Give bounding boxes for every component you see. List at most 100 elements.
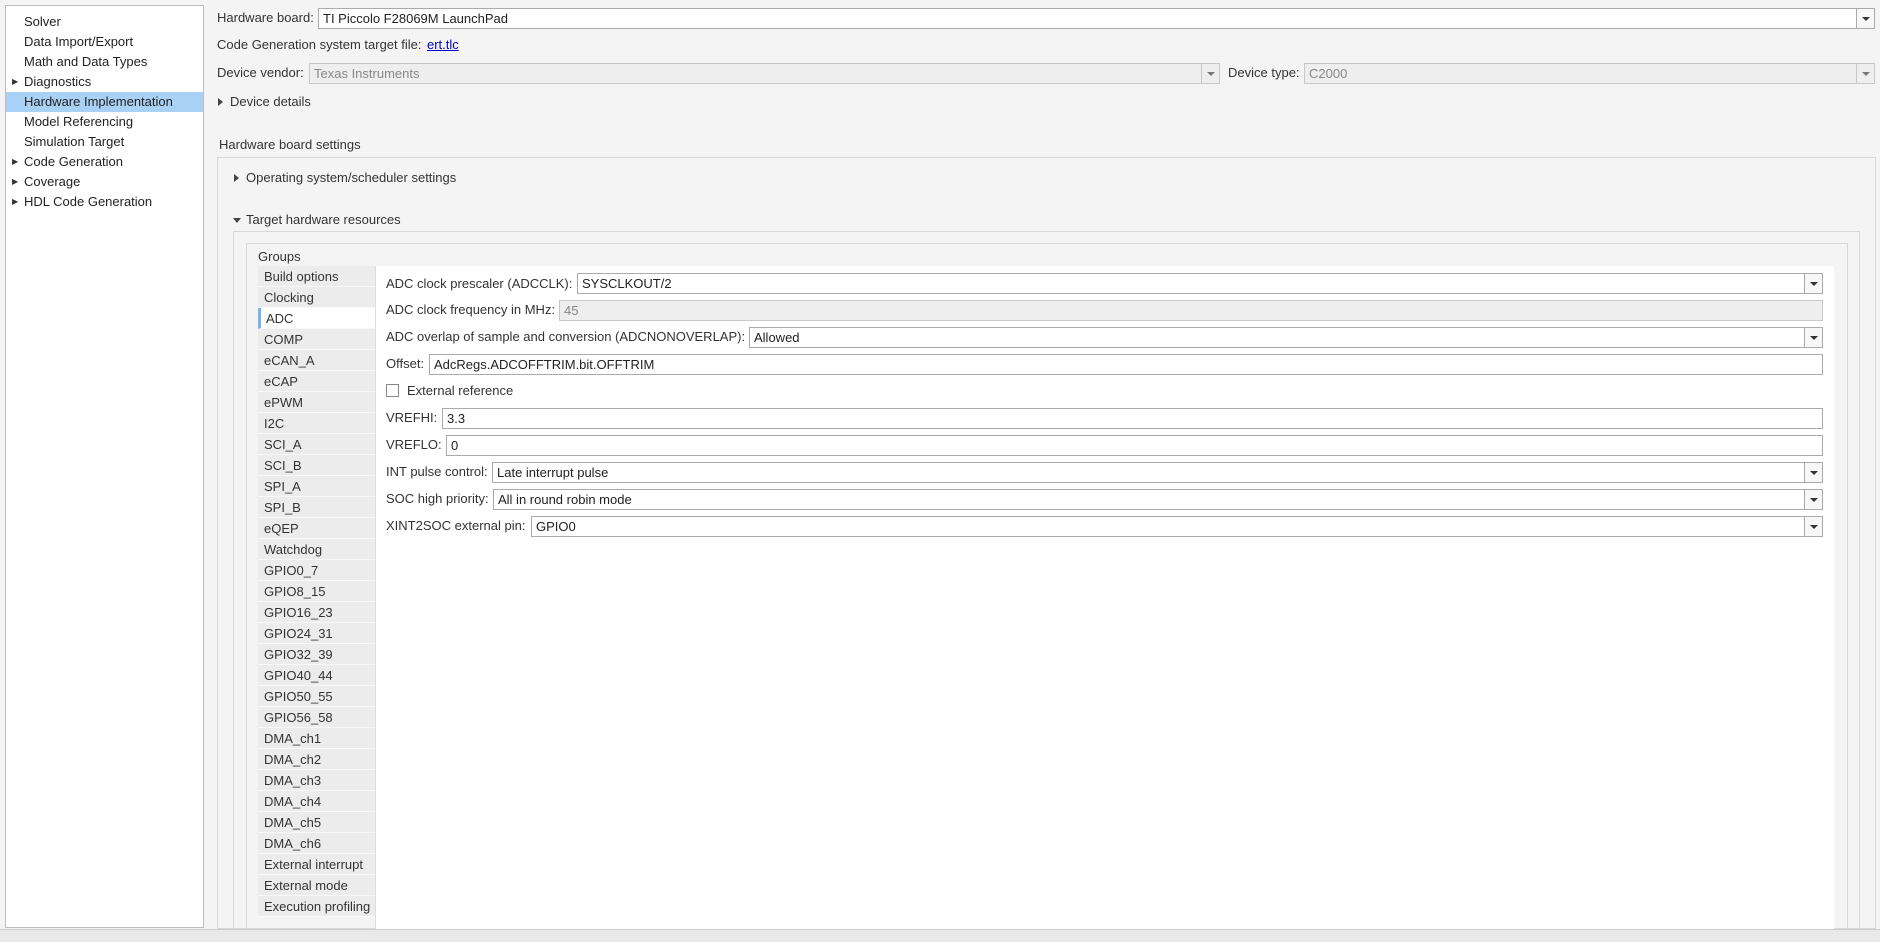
chevron-down-icon[interactable]	[1804, 328, 1822, 347]
group-item[interactable]: SCI_B	[258, 455, 375, 476]
external-reference-checkbox[interactable]	[386, 384, 399, 397]
tree-item[interactable]: Simulation Target	[6, 132, 203, 152]
device-details-toggle[interactable]: Device details	[230, 94, 311, 110]
group-item[interactable]: SPI_B	[258, 497, 375, 518]
hardware-board-value: TI Piccolo F28069M LaunchPad	[323, 11, 508, 26]
group-item[interactable]: DMA_ch2	[258, 749, 375, 770]
group-item[interactable]: GPIO56_58	[258, 707, 375, 728]
offset-input[interactable]: AdcRegs.ADCOFFTRIM.bit.OFFTRIM	[429, 354, 1823, 375]
collapse-arrow-icon[interactable]	[233, 218, 241, 223]
adc-overlap-label: ADC overlap of sample and conversion (AD…	[386, 329, 746, 344]
group-item[interactable]: GPIO24_31	[258, 623, 375, 644]
group-item[interactable]: GPIO50_55	[258, 686, 375, 707]
group-item[interactable]: DMA_ch3	[258, 770, 375, 791]
soc-priority-label: SOC high priority:	[386, 491, 489, 506]
expand-arrow-icon[interactable]	[234, 174, 239, 182]
chevron-down-icon[interactable]	[1804, 490, 1822, 509]
offset-value: AdcRegs.ADCOFFTRIM.bit.OFFTRIM	[434, 357, 655, 372]
group-item[interactable]: I2C	[258, 413, 375, 434]
group-item[interactable]: Build options	[258, 266, 375, 287]
vrefhi-label: VREFHI:	[386, 410, 438, 425]
tree-item-label: Solver	[24, 14, 61, 29]
tree-item-label: Data Import/Export	[24, 34, 134, 49]
tree-item[interactable]: Model Referencing	[6, 112, 203, 132]
target-resources-toggle[interactable]: Target hardware resources	[246, 212, 401, 228]
tree-item[interactable]: Hardware Implementation	[6, 92, 203, 112]
group-item[interactable]: GPIO40_44	[258, 665, 375, 686]
group-item[interactable]: COMP	[258, 329, 375, 350]
hardware-board-dropdown[interactable]: TI Piccolo F28069M LaunchPad	[318, 8, 1875, 29]
vreflo-input[interactable]: 0	[446, 435, 1823, 456]
group-item[interactable]: Clocking	[258, 287, 375, 308]
expand-arrow-icon[interactable]: ▶	[12, 172, 20, 192]
tree-item[interactable]: Data Import/Export	[6, 32, 203, 52]
groups-title: Groups	[258, 249, 301, 264]
soc-priority-dropdown[interactable]: All in round robin mode	[493, 489, 1823, 510]
chevron-down-icon[interactable]	[1804, 463, 1822, 482]
tree-item-label: Math and Data Types	[24, 54, 148, 69]
tree-item-label: Code Generation	[24, 154, 124, 169]
expand-arrow-icon[interactable]	[218, 98, 223, 106]
device-type-label: Device type:	[1228, 65, 1300, 80]
tree-item-label: Hardware Implementation	[24, 94, 173, 109]
chevron-down-icon[interactable]	[1201, 64, 1219, 83]
adc-prescaler-dropdown[interactable]: SYSCLKOUT/2	[577, 273, 1823, 294]
tree-item[interactable]: ▶ Diagnostics	[6, 72, 203, 92]
group-item[interactable]: SPI_A	[258, 476, 375, 497]
device-vendor-dropdown[interactable]: Texas Instruments	[309, 63, 1220, 84]
xint2soc-value: GPIO0	[536, 519, 576, 534]
group-item[interactable]: DMA_ch4	[258, 791, 375, 812]
chevron-down-icon[interactable]	[1804, 517, 1822, 536]
adc-prescaler-value: SYSCLKOUT/2	[582, 276, 672, 291]
xint2soc-label: XINT2SOC external pin:	[386, 518, 526, 533]
device-type-dropdown[interactable]: C2000	[1304, 63, 1875, 84]
tree-item-label: Coverage	[24, 174, 81, 189]
tree-item[interactable]: ▶ Coverage	[6, 172, 203, 192]
group-item[interactable]: SCI_A	[258, 434, 375, 455]
adc-freq-field[interactable]: 45	[559, 300, 1823, 321]
group-item[interactable]: DMA_ch5	[258, 812, 375, 833]
group-item[interactable]: eCAN_A	[258, 350, 375, 371]
group-item[interactable]: GPIO8_15	[258, 581, 375, 602]
chevron-down-icon[interactable]	[1856, 9, 1874, 28]
tree-items: Solver Data Import/Export Math and Data Ty…	[6, 12, 203, 212]
group-item[interactable]: External mode	[258, 875, 375, 896]
tree-item[interactable]: ▶ Code Generation	[6, 152, 203, 172]
group-item[interactable]: eCAP	[258, 371, 375, 392]
group-item[interactable]: DMA_ch6	[258, 833, 375, 854]
tree-item-label: Model Referencing	[24, 114, 134, 129]
expand-arrow-icon[interactable]: ▶	[12, 192, 20, 212]
group-item[interactable]: ePWM	[258, 392, 375, 413]
group-item[interactable]: Watchdog	[258, 539, 375, 560]
group-item[interactable]: External interrupt	[258, 854, 375, 875]
group-item[interactable]: eQEP	[258, 518, 375, 539]
settings-tree: Solver Data Import/Export Math and Data Ty…	[5, 5, 204, 928]
vreflo-value: 0	[451, 438, 459, 453]
adc-overlap-value: Allowed	[754, 330, 800, 345]
vrefhi-input[interactable]: 3.3	[442, 408, 1823, 429]
target-file-link[interactable]: ert.tlc	[427, 37, 459, 53]
tree-item[interactable]: Solver	[6, 12, 203, 32]
chevron-down-icon[interactable]	[1856, 64, 1874, 83]
group-item[interactable]: GPIO32_39	[258, 644, 375, 665]
xint2soc-dropdown[interactable]: GPIO0	[531, 516, 1823, 537]
chevron-down-icon[interactable]	[1804, 274, 1822, 293]
vrefhi-value: 3.3	[447, 411, 466, 426]
tree-item[interactable]: Math and Data Types	[6, 52, 203, 72]
os-scheduler-toggle[interactable]: Operating system/scheduler settings	[246, 170, 456, 186]
group-item[interactable]: DMA_ch1	[258, 728, 375, 749]
group-item[interactable]: GPIO0_7	[258, 560, 375, 581]
external-reference-label: External reference	[407, 383, 514, 398]
adc-freq-label: ADC clock frequency in MHz:	[386, 302, 556, 317]
int-pulse-dropdown[interactable]: Late interrupt pulse	[492, 462, 1823, 483]
group-item[interactable]: GPIO16_23	[258, 602, 375, 623]
adc-overlap-dropdown[interactable]: Allowed	[749, 327, 1823, 348]
expand-arrow-icon[interactable]: ▶	[12, 152, 20, 172]
tree-item[interactable]: ▶ HDL Code Generation	[6, 192, 203, 212]
hardware-board-label: Hardware board:	[217, 10, 314, 25]
group-item[interactable]: Execution profiling	[258, 896, 375, 917]
expand-arrow-icon[interactable]: ▶	[12, 72, 20, 92]
int-pulse-value: Late interrupt pulse	[497, 465, 609, 480]
group-item[interactable]: ADC	[258, 308, 375, 329]
vreflo-label: VREFLO:	[386, 437, 442, 452]
